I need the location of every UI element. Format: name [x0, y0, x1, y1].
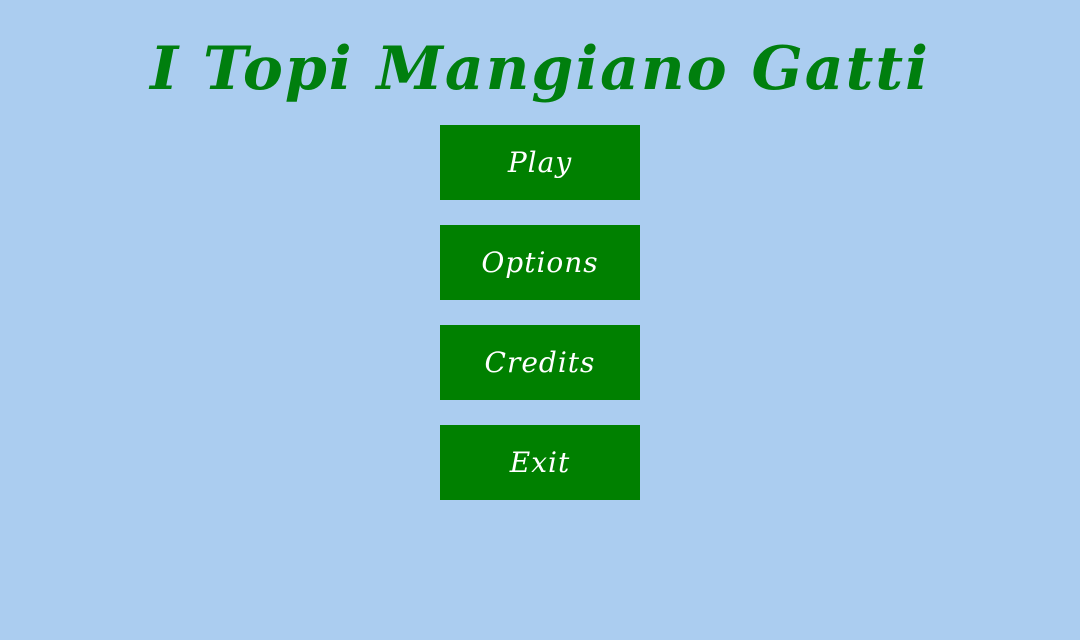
play-button-label: Play [507, 146, 573, 179]
main-menu: Play Options Credits Exit [440, 125, 640, 525]
exit-button[interactable]: Exit [440, 425, 640, 500]
options-button[interactable]: Options [440, 225, 640, 300]
options-button-label: Options [481, 246, 599, 279]
credits-button[interactable]: Credits [440, 325, 640, 400]
exit-button-label: Exit [509, 446, 571, 479]
game-title: I Topi Mangiano Gatti [150, 34, 930, 104]
play-button[interactable]: Play [440, 125, 640, 200]
credits-button-label: Credits [484, 346, 596, 379]
